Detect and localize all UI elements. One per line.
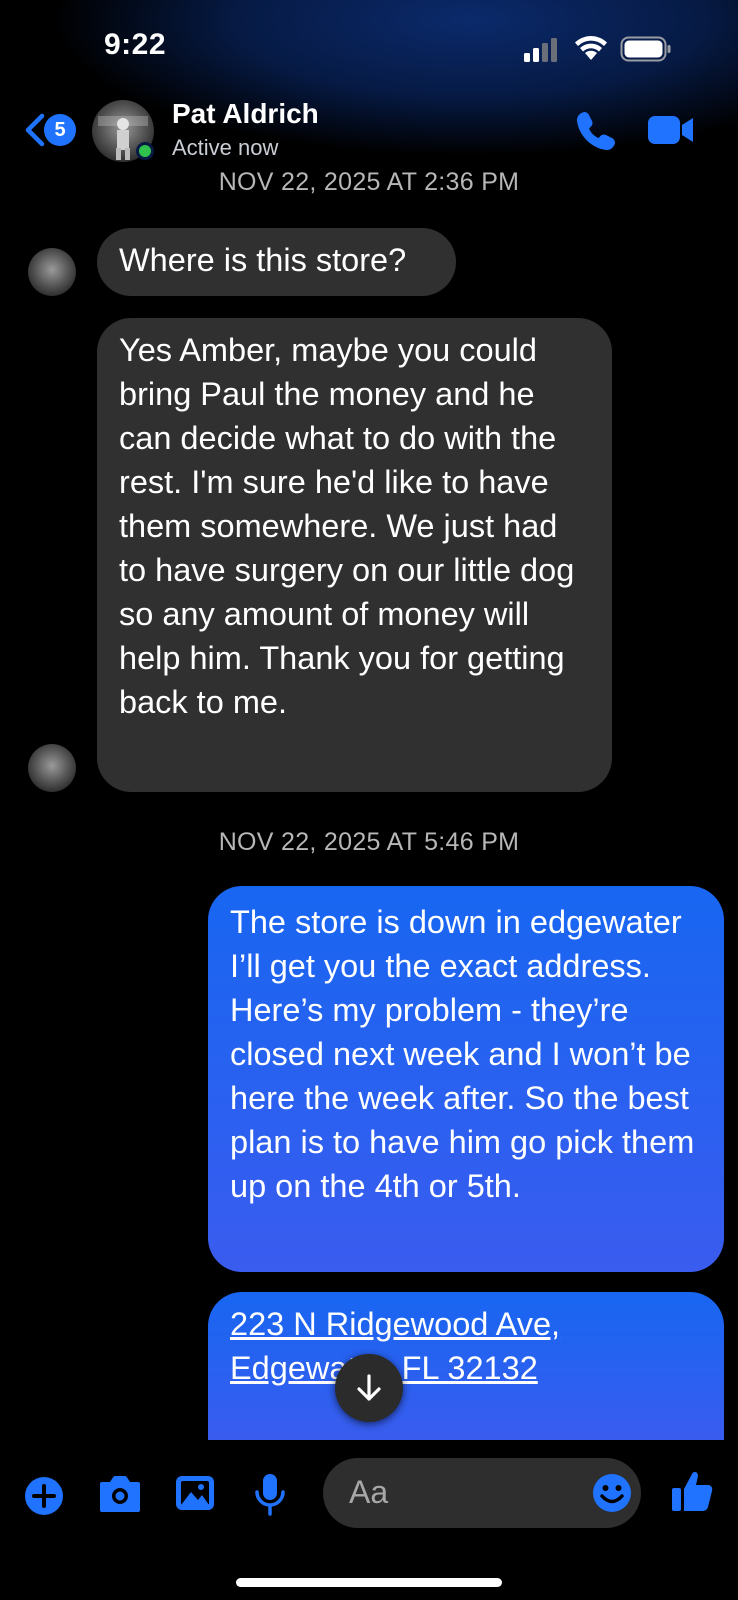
smiley-icon[interactable] xyxy=(591,1472,633,1514)
status-time: 9:22 xyxy=(104,28,167,61)
timestamp: NOV 22, 2025 AT 5:46 PM xyxy=(218,828,520,856)
outgoing-message-address[interactable]: 223 N Ridgewood Ave, Edgewater, FL 32132 xyxy=(208,1292,724,1442)
contact-name[interactable]: Pat Aldrich xyxy=(172,98,319,130)
presence-status: Active now xyxy=(172,135,279,160)
home-indicator[interactable] xyxy=(236,1578,502,1587)
image-icon[interactable] xyxy=(174,1474,216,1514)
conversation-header: 5 Pat Aldrich Active now xyxy=(0,90,738,170)
sender-avatar[interactable] xyxy=(28,744,76,792)
message-text: Where is this store? xyxy=(119,242,407,278)
battery-icon xyxy=(620,36,671,62)
message-text: Yes Amber, maybe you could bring Paul th… xyxy=(119,332,575,720)
incoming-message[interactable]: Yes Amber, maybe you could bring Paul th… xyxy=(97,318,612,792)
video-camera-icon[interactable] xyxy=(646,110,696,150)
cellular-signal-icon xyxy=(524,38,557,62)
unread-badge[interactable]: 5 xyxy=(44,114,76,146)
outgoing-message[interactable]: The store is down in edgewater I’ll get … xyxy=(208,886,724,1272)
message-input[interactable]: Aa xyxy=(323,1458,641,1528)
message-input-placeholder: Aa xyxy=(349,1474,389,1510)
plus-icon[interactable] xyxy=(24,1476,64,1516)
camera-icon[interactable] xyxy=(98,1474,142,1514)
microphone-icon[interactable] xyxy=(254,1472,286,1518)
address-link-line[interactable]: 223 N Ridgewood Ave, xyxy=(230,1302,702,1346)
arrow-down-icon xyxy=(357,1374,381,1401)
thumbs-up-icon[interactable] xyxy=(670,1468,714,1514)
sender-avatar[interactable] xyxy=(28,248,76,296)
timestamp: NOV 22, 2025 AT 2:36 PM xyxy=(218,168,520,196)
wifi-icon xyxy=(575,36,607,60)
incoming-message[interactable]: Where is this store? xyxy=(97,228,456,296)
online-indicator xyxy=(136,142,154,160)
message-text: The store is down in edgewater I’ll get … xyxy=(230,904,695,1204)
status-bar: 9:22 xyxy=(0,0,738,90)
phone-icon[interactable] xyxy=(574,108,618,152)
address-link-line[interactable]: Edgewater, FL 32132 xyxy=(230,1346,702,1390)
message-composer: Aa xyxy=(0,1440,738,1540)
scroll-to-bottom-button[interactable] xyxy=(335,1354,403,1422)
